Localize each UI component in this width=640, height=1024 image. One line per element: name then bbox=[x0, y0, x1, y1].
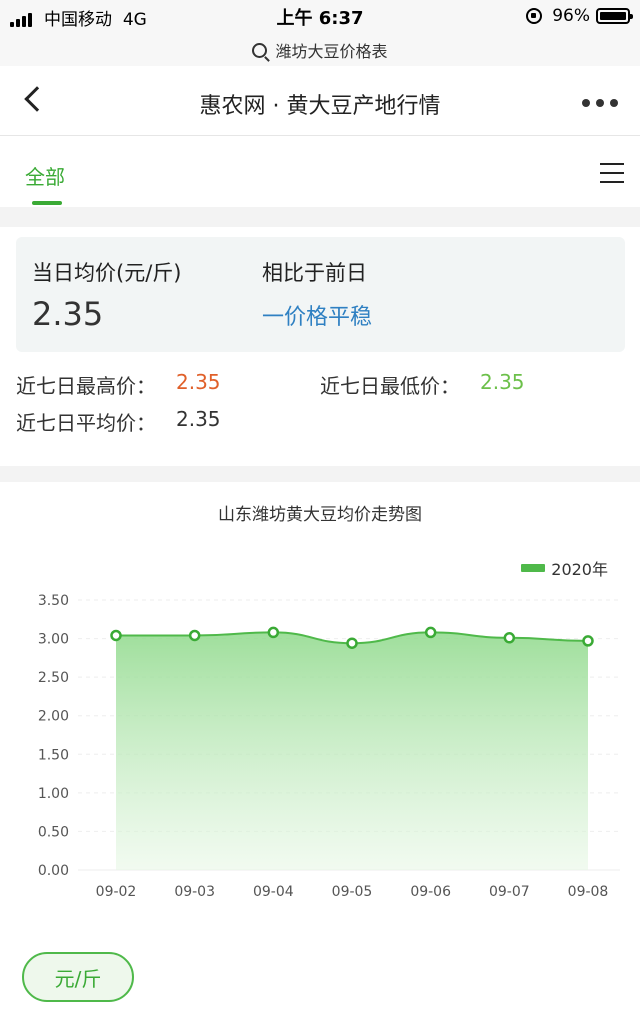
page-title: 惠农网 · 黄大豆产地行情 bbox=[199, 94, 441, 119]
daily-avg-label: 当日均价(元/斤) bbox=[32, 261, 182, 285]
avg-label: 近七日平均价： bbox=[16, 411, 156, 435]
series-area bbox=[116, 632, 588, 870]
search-icon bbox=[252, 42, 268, 58]
high-value: 2.35 bbox=[176, 370, 221, 394]
x-tick-label: 09-08 bbox=[568, 884, 609, 900]
low-value: 2.35 bbox=[480, 370, 525, 394]
battery-icon bbox=[596, 8, 633, 24]
x-tick-label: 09-03 bbox=[174, 884, 215, 900]
legend-label: 2020年 bbox=[551, 560, 608, 579]
data-point bbox=[110, 629, 122, 642]
data-point bbox=[267, 626, 280, 639]
data-point bbox=[424, 626, 437, 639]
data-point bbox=[582, 635, 594, 647]
search-query: 潍坊大豆价格表 bbox=[275, 42, 388, 61]
compare-label: 相比于前日 bbox=[262, 261, 367, 285]
chart-legend[interactable]: 2020年 bbox=[521, 556, 608, 580]
battery-percent: 96% bbox=[552, 6, 590, 26]
y-tick-label: 1.00 bbox=[38, 786, 69, 802]
x-tick-label: 09-05 bbox=[332, 884, 373, 900]
tab-bar: 全部 bbox=[0, 137, 640, 207]
chart-title: 山东潍坊黄大豆均价走势图 bbox=[218, 505, 422, 525]
compare-value: 一价格平稳 bbox=[262, 305, 373, 330]
x-tick-label: 09-07 bbox=[489, 884, 530, 900]
y-tick-label: 3.50 bbox=[38, 593, 69, 609]
menu-icon[interactable] bbox=[600, 163, 624, 183]
y-tick-label: 2.00 bbox=[38, 709, 69, 725]
price-trend-chart[interactable]: 3.50 3.00 2.50 2.00 1.50 1.00 0.50 0.00 09-02 09-… bbox=[0, 580, 640, 910]
search-query-bar[interactable]: 潍坊大豆价格表 bbox=[0, 34, 640, 66]
seven-day-stats: 近七日最高价： 2.35 近七日最低价： 2.35 近七日平均价： 2.35 bbox=[16, 365, 626, 445]
nav-bar: 惠农网 · 黄大豆产地行情 bbox=[0, 66, 640, 136]
daily-avg-value: 2.35 bbox=[32, 295, 104, 333]
y-tick-label: 3.00 bbox=[38, 632, 69, 648]
x-tick-label: 09-02 bbox=[96, 884, 137, 900]
avg-value: 2.35 bbox=[176, 407, 221, 431]
tab-active-indicator bbox=[32, 201, 62, 205]
y-tick-label: 0.00 bbox=[38, 863, 69, 879]
y-tick-label: 1.50 bbox=[38, 747, 69, 763]
section-divider bbox=[0, 466, 640, 482]
tab-all[interactable]: 全部 bbox=[25, 161, 65, 190]
data-point bbox=[188, 629, 201, 642]
unit-button[interactable]: 元/斤 bbox=[22, 952, 134, 1002]
data-point bbox=[346, 637, 358, 649]
price-summary-card: 当日均价(元/斤) 2.35 相比于前日 一价格平稳 bbox=[16, 237, 625, 352]
orientation-lock-icon bbox=[526, 8, 543, 24]
status-bar: 中国移动 4G 上午 6:37 96% bbox=[0, 0, 640, 34]
high-label: 近七日最高价： bbox=[16, 374, 156, 398]
legend-swatch bbox=[521, 564, 546, 572]
y-tick-label: 0.50 bbox=[38, 824, 69, 840]
y-tick-label: 2.50 bbox=[38, 670, 69, 686]
data-point bbox=[503, 632, 516, 644]
section-divider bbox=[0, 207, 640, 227]
x-tick-label: 09-04 bbox=[253, 884, 294, 900]
x-tick-label: 09-06 bbox=[410, 884, 451, 900]
more-icon[interactable] bbox=[582, 99, 618, 107]
low-label: 近七日最低价： bbox=[320, 374, 460, 398]
